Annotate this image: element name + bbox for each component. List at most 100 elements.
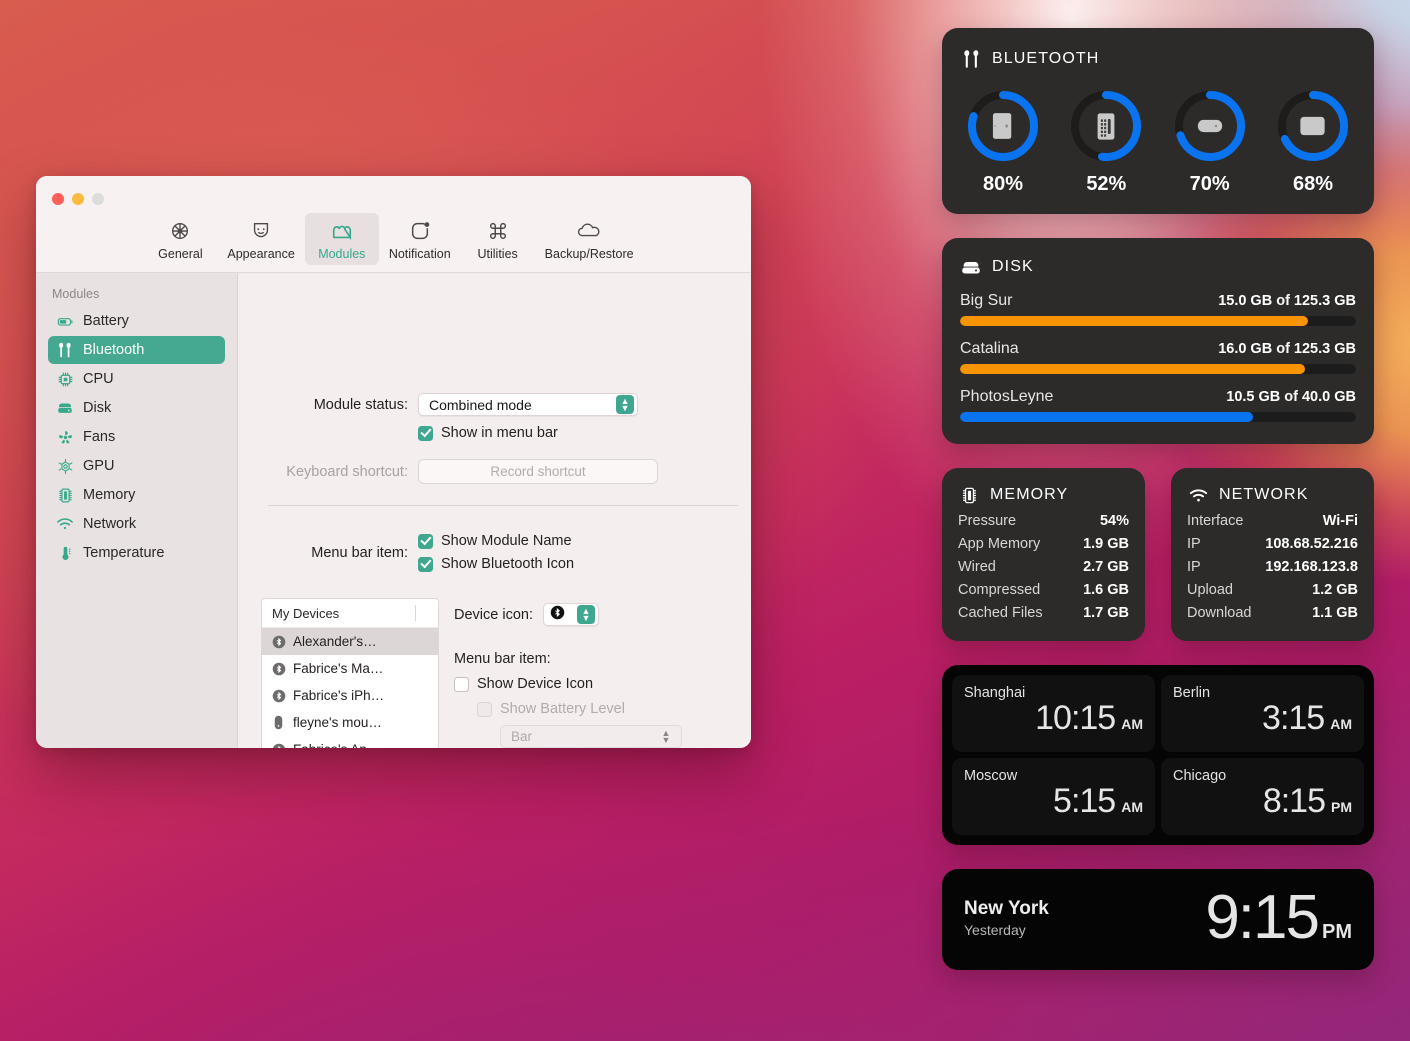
bluetooth-widget[interactable]: BLUETOOTH 80% 52% 70% 68%: [942, 28, 1374, 214]
tab-appearance[interactable]: Appearance: [217, 213, 304, 265]
section-divider: [268, 505, 738, 506]
checkbox-box[interactable]: [454, 676, 469, 692]
bluetooth-ring-mouse[interactable]: 70%: [1171, 88, 1249, 196]
clock-time: 5:15: [1053, 782, 1116, 820]
keyboard-shortcut-row: Keyboard shortcut: Record shortcut: [268, 459, 658, 484]
sidebar-item-fans[interactable]: Fans: [48, 423, 225, 451]
sidebar-item-network[interactable]: Network: [48, 510, 225, 538]
record-shortcut-input[interactable]: Record shortcut: [418, 459, 658, 484]
disk-progress-fill: [960, 364, 1305, 374]
tab-utilities-label: Utilities: [477, 247, 518, 261]
list-item[interactable]: Fabrice's iPh…: [262, 682, 438, 709]
sidebar-item-bluetooth[interactable]: Bluetooth: [48, 336, 225, 364]
memory-value: 1.9 GB: [1083, 536, 1129, 552]
sidebar-section-title: Modules: [52, 287, 100, 301]
network-row: Interface Wi-Fi: [1187, 513, 1358, 529]
show-bluetooth-icon-checkbox[interactable]: Show Bluetooth Icon: [418, 556, 574, 572]
bluetooth-widget-title-text: BLUETOOTH: [992, 50, 1100, 67]
checkbox-box: [477, 701, 492, 717]
memory-widget-title: MEMORY: [958, 484, 1129, 506]
clock-ampm: PM: [1331, 799, 1352, 815]
primary-clock-time: 9:15: [1205, 883, 1320, 952]
network-value: 1.1 GB: [1312, 605, 1358, 621]
network-key: Upload: [1187, 582, 1233, 598]
memory-value: 2.7 GB: [1083, 559, 1129, 575]
mouse-icon: [271, 715, 286, 730]
clock-ampm: AM: [1330, 716, 1352, 732]
chevron-updown-icon: ▲ ▼: [661, 728, 671, 745]
chevron-updown-icon[interactable]: ▲ ▼: [616, 395, 634, 414]
tab-modules[interactable]: Modules: [304, 213, 379, 265]
chevron-updown-icon[interactable]: ▲ ▼: [576, 605, 595, 624]
checkbox-box[interactable]: [418, 533, 433, 549]
zoom-window-button[interactable]: [92, 193, 104, 205]
show-device-icon-checkbox[interactable]: Show Device Icon: [454, 676, 593, 692]
close-window-button[interactable]: [52, 193, 64, 205]
checkbox-box[interactable]: [418, 425, 433, 441]
list-item[interactable]: fleyne's mou…: [262, 709, 438, 736]
battery-style-value: Bar: [511, 729, 533, 744]
clock-time: 8:15: [1262, 782, 1326, 820]
module-status-select[interactable]: Combined mode ▲ ▼: [418, 393, 638, 416]
disk-progress-track: [960, 412, 1356, 422]
clock-time: 10:15: [1035, 699, 1116, 737]
devices-list-header: My Devices: [262, 599, 438, 628]
module-status-label: Module status:: [313, 396, 408, 413]
clock-cell[interactable]: Berlin 3:15 AM: [1161, 675, 1364, 752]
bluetooth-ring-imac[interactable]: 80%: [964, 88, 1042, 196]
bluetooth-ring-trackpad[interactable]: 68%: [1274, 88, 1352, 196]
show-in-menu-bar-checkbox[interactable]: Show in menu bar: [418, 425, 558, 441]
network-key: IP: [1187, 559, 1201, 575]
list-item[interactable]: Fabrice's Ma…: [262, 655, 438, 682]
disk-progress-track: [960, 316, 1356, 326]
devices-list[interactable]: My Devices Alexander's… Fabrice's Ma… Fa…: [261, 598, 439, 748]
network-widget[interactable]: NETWORK Interface Wi-Fi IP 108.68.52.216…: [1171, 468, 1374, 641]
sidebar-item-temperature[interactable]: Temperature: [48, 539, 225, 567]
battery-icon: [56, 312, 74, 330]
tab-utilities[interactable]: Utilities: [461, 213, 535, 265]
show-bluetooth-icon-label: Show Bluetooth Icon: [441, 556, 575, 572]
tab-backup-restore[interactable]: Backup/Restore: [535, 213, 644, 265]
primary-clock-city: New York: [964, 898, 1049, 920]
minimize-window-button[interactable]: [72, 193, 84, 205]
menu-bar-item-label-2: Menu bar item:: [454, 651, 551, 667]
memory-row: Compressed 1.6 GB: [958, 582, 1129, 598]
modules-icon: [331, 218, 353, 244]
clock-cell[interactable]: Shanghai 10:15 AM: [952, 675, 1155, 752]
fan-icon: [56, 428, 74, 446]
disk-volume-row: PhotosLeyne 10.5 GB of 40.0 GB: [960, 388, 1356, 422]
sidebar-item-battery[interactable]: Battery: [48, 307, 225, 335]
list-item[interactable]: Fabrice's Ap…: [262, 736, 438, 748]
device-icon-select[interactable]: ▲ ▼: [542, 603, 599, 626]
device-name: Alexander's…: [293, 634, 377, 649]
window-body: Modules Battery Bluetooth CPU Disk Fans …: [36, 273, 751, 748]
sidebar-item-fans-label: Fans: [83, 429, 116, 445]
show-module-name-checkbox[interactable]: Show Module Name: [418, 533, 574, 549]
disk-volume-value: 10.5 GB of 40.0 GB: [1226, 389, 1356, 405]
disk-volume-row: Catalina 16.0 GB of 125.3 GB: [960, 340, 1356, 374]
disk-widget[interactable]: DISK Big Sur 15.0 GB of 125.3 GB Catalin…: [942, 238, 1374, 444]
primary-clock-left: New York Yesterday: [964, 898, 1049, 938]
list-item[interactable]: Alexander's…: [262, 628, 438, 655]
sidebar-item-gpu[interactable]: GPU: [48, 452, 225, 480]
sidebar-item-memory[interactable]: Memory: [48, 481, 225, 509]
memory-widget[interactable]: MEMORY Pressure 54% App Memory 1.9 GB Wi…: [942, 468, 1145, 641]
bluetooth-ring-keyboard[interactable]: 52%: [1067, 88, 1145, 196]
theater-mask-icon: [250, 218, 272, 244]
sidebar-item-disk[interactable]: Disk: [48, 394, 225, 422]
tab-notification[interactable]: Notification: [379, 213, 461, 265]
gear-icon: [169, 218, 191, 244]
clock-cell[interactable]: Chicago 8:15 PM: [1161, 758, 1364, 835]
tab-general[interactable]: General: [143, 213, 217, 265]
checkbox-box[interactable]: [418, 556, 433, 572]
disk-progress-fill: [960, 316, 1309, 326]
clock-ampm: AM: [1121, 799, 1143, 815]
clock-cell[interactable]: Moscow 5:15 AM: [952, 758, 1155, 835]
primary-clock-widget[interactable]: New York Yesterday 9:15 PM: [942, 869, 1374, 970]
sidebar-item-cpu[interactable]: CPU: [48, 365, 225, 393]
tab-notification-label: Notification: [388, 247, 451, 261]
module-status-value: Combined mode: [429, 396, 532, 413]
world-clocks-widget[interactable]: Shanghai 10:15 AM Berlin 3:15 AM Moscow …: [942, 665, 1374, 845]
show-in-menu-bar-label: Show in menu bar: [441, 425, 558, 441]
tab-general-label: General: [158, 247, 203, 261]
